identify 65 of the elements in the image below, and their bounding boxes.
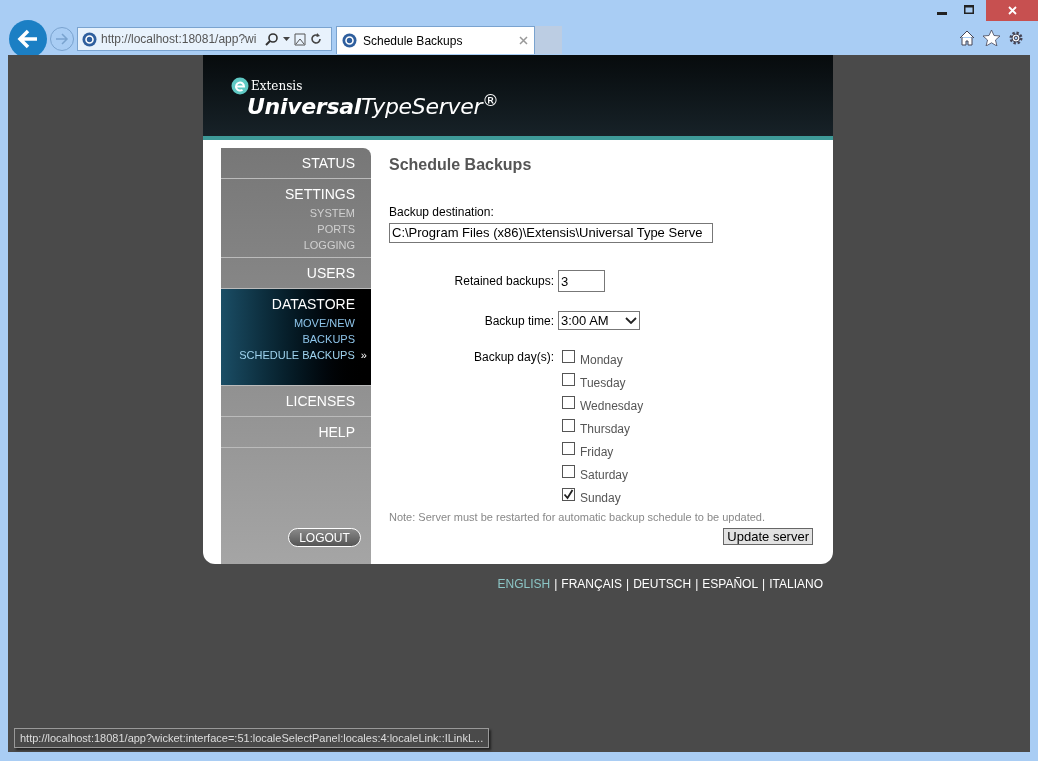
home-icon[interactable] <box>959 30 975 46</box>
refresh-icon[interactable] <box>310 32 322 46</box>
language-link[interactable]: FRANÇAIS <box>561 575 622 593</box>
separator: | <box>762 576 766 593</box>
page-title: Schedule Backups <box>389 155 533 175</box>
chevron-icon <box>625 317 637 324</box>
forward-arrow-icon <box>55 33 69 45</box>
close-button[interactable] <box>986 0 1038 21</box>
site-icon <box>82 31 97 47</box>
logo-brand: Extensis <box>251 80 303 92</box>
language-link[interactable]: ENGLISH <box>497 575 551 593</box>
dropdown-icon[interactable] <box>283 37 290 41</box>
retained-backups-field[interactable]: 3 <box>558 270 605 292</box>
day-label: Monday <box>580 351 623 369</box>
maximize-icon[interactable] <box>964 5 974 14</box>
field-label: Backup time: <box>483 312 555 330</box>
day-checkbox[interactable] <box>562 419 575 432</box>
day-label: Friday <box>580 443 614 461</box>
day-label: Tuesday <box>580 374 626 392</box>
day-checkbox[interactable] <box>562 465 575 478</box>
address-bar[interactable]: http://localhost:18081/app?wi <box>77 27 332 51</box>
close-icon[interactable] <box>519 36 528 45</box>
logo-icon <box>231 77 249 95</box>
back-button[interactable] <box>9 20 47 58</box>
backup-time-select[interactable]: 3:00 AM <box>558 311 640 330</box>
back-arrow-icon <box>17 29 39 49</box>
nav-link[interactable]: DATASTORE <box>271 295 355 313</box>
nav-link[interactable]: STATUS <box>301 154 355 172</box>
browser-tab[interactable]: Schedule Backups <box>336 26 535 54</box>
search-icon[interactable] <box>265 32 279 46</box>
site-icon <box>342 33 357 48</box>
settings-icon[interactable] <box>1008 30 1024 46</box>
star-icon[interactable] <box>983 30 1000 46</box>
status-url-tooltip: http://localhost:18081/app?wicket:interface=:51:localeSelectPanel:locales:4:localeLink::ILinkL... <box>14 728 490 748</box>
nav-sublink[interactable]: MOVE/NEW <box>293 315 355 331</box>
close-icon <box>1007 6 1017 15</box>
logo-product-name: UniversalTypeServer$^{®}$ <box>247 93 499 121</box>
separator: | <box>695 576 699 593</box>
address-text: http://localhost:18081/app?wi <box>101 31 258 48</box>
day-checkbox[interactable] <box>562 396 575 409</box>
day-label: Wednesday <box>580 397 644 415</box>
day-label: Saturday <box>580 466 629 484</box>
language-link[interactable]: ESPAÑOL <box>702 575 759 593</box>
logout-button[interactable]: LOGOUT <box>288 528 361 547</box>
separator: | <box>554 576 558 593</box>
separator: | <box>626 576 630 593</box>
day-checkbox[interactable] <box>562 373 575 386</box>
field-label: Backup destination: <box>389 205 495 220</box>
field-label: Retained backups: <box>453 273 555 290</box>
nav-sublink[interactable]: SCHEDULE BACKUPS » <box>239 347 367 363</box>
restart-note: Note: Server must be restarted for automatic backup schedule to be updated. <box>389 510 767 525</box>
language-link[interactable]: ITALIANO <box>769 575 823 593</box>
day-label: Sunday <box>580 489 621 507</box>
day-checkbox[interactable] <box>562 442 575 455</box>
field-label: Backup day(s): <box>472 349 555 366</box>
nav-link[interactable]: USERS <box>306 264 355 282</box>
destination-field[interactable]: C:\Program Files (x86)\Extensis\Universal Type Serve <box>389 222 713 243</box>
nav-link[interactable]: SETTINGS <box>285 185 355 203</box>
day-checkbox[interactable] <box>562 350 575 363</box>
compatibility-icon[interactable] <box>294 32 306 46</box>
day-checkbox[interactable] <box>562 488 575 501</box>
nav-sublink[interactable]: BACKUPS <box>302 331 355 347</box>
day-label: Thursday <box>580 420 631 438</box>
language-link[interactable]: DEUTSCH <box>633 575 692 593</box>
update-server-button[interactable]: Update server <box>723 527 813 545</box>
